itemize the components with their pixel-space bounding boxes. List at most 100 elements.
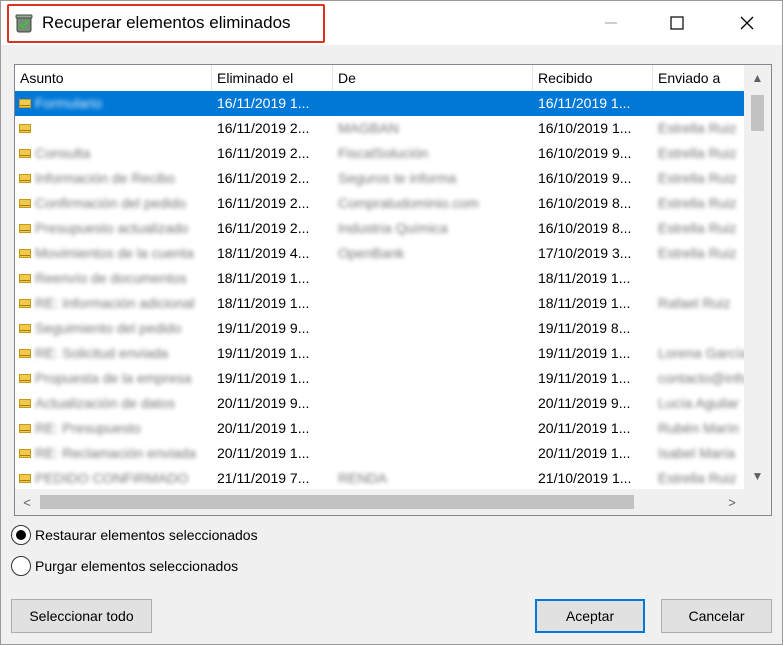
cell-eliminado: 16/11/2019 2...: [212, 116, 333, 141]
cell-text-enviado: Estrella Ruiz: [658, 245, 737, 261]
table-row[interactable]: Actualización de datos 20/11/2019 9... 20/…: [15, 391, 744, 416]
cell-text-asunto: Confirmación del pedido: [35, 195, 186, 211]
column-header-asunto[interactable]: Asunto: [15, 65, 212, 91]
purge-option[interactable]: Purgar elementos seleccionados: [11, 556, 238, 576]
table-row[interactable]: Presupuesto actualizado 16/11/2019 2... In…: [15, 216, 744, 241]
table-row[interactable]: Formulario 16/11/2019 1... 16/11/2019 1...: [15, 91, 744, 116]
envelope-icon: [19, 224, 31, 233]
scroll-up-icon[interactable]: ▲: [744, 65, 771, 91]
envelope-icon: [19, 274, 31, 283]
maximize-button[interactable]: [654, 1, 700, 45]
cell-recibido: 19/11/2019 1...: [533, 341, 653, 366]
cell-text-eliminado: 20/11/2019 1...: [217, 420, 310, 436]
table-row[interactable]: RE: Solicitud enviada 19/11/2019 1... 19/1…: [15, 341, 744, 366]
table-row[interactable]: Propuesta de la empresa 19/11/2019 1... 19…: [15, 366, 744, 391]
deleted-items-list[interactable]: Asunto Eliminado el De Recibido Enviado …: [14, 64, 772, 516]
title-bar[interactable]: Recuperar elementos eliminados: [1, 1, 782, 45]
minimize-button[interactable]: [588, 1, 634, 45]
cell-eliminado: 16/11/2019 2...: [212, 191, 333, 216]
cell-recibido: 16/10/2019 9...: [533, 141, 653, 166]
cell-text-recibido: 19/11/2019 1...: [538, 345, 631, 361]
scroll-left-icon[interactable]: <: [15, 489, 39, 515]
cell-enviado: Estrella Ruiz: [653, 466, 744, 491]
scroll-down-icon[interactable]: ▼: [744, 463, 771, 489]
cell-text-recibido: 18/11/2019 1...: [538, 270, 631, 286]
cell-enviado: Rafael Ruiz: [653, 291, 744, 316]
cell-text-enviado: Estrella Ruiz: [658, 195, 737, 211]
envelope-icon: [19, 324, 31, 333]
cell-text-asunto: RE: Solicitud enviada: [35, 345, 169, 361]
cell-text-eliminado: 16/11/2019 2...: [217, 170, 310, 186]
table-row[interactable]: Confirmación del pedido 16/11/2019 2... Co…: [15, 191, 744, 216]
envelope-icon: [19, 374, 31, 383]
cell-asunto: Movimientos de la cuenta: [15, 241, 212, 266]
cell-text-enviado: Rubén Marín: [658, 420, 739, 436]
vertical-scrollbar[interactable]: ▲ ▼: [744, 65, 771, 489]
cell-de: [333, 316, 533, 341]
table-row[interactable]: Información de Recibo 16/11/2019 2... Segu…: [15, 166, 744, 191]
close-button[interactable]: [724, 1, 770, 45]
table-row[interactable]: RE: Presupuesto 20/11/2019 1... 20/11/2019…: [15, 416, 744, 441]
cell-de: [333, 391, 533, 416]
column-header-recibido[interactable]: Recibido: [533, 65, 653, 91]
cell-enviado: Isabel María: [653, 441, 744, 466]
cell-eliminado: 16/11/2019 2...: [212, 166, 333, 191]
table-row[interactable]: Seguimiento del pedido 19/11/2019 9... 19/…: [15, 316, 744, 341]
table-row[interactable]: PEDIDO CONFIRMADO 21/11/2019 7... RENDA 21/…: [15, 466, 744, 491]
column-header-eliminado[interactable]: Eliminado el: [212, 65, 333, 91]
cell-enviado: Rubén Marín: [653, 416, 744, 441]
cell-enviado: Estrella Ruiz: [653, 166, 744, 191]
envelope-icon: [19, 249, 31, 258]
select-all-button[interactable]: Seleccionar todo: [11, 599, 152, 633]
cell-recibido: 21/10/2019 1...: [533, 466, 653, 491]
vertical-scroll-thumb[interactable]: [751, 95, 764, 131]
cell-enviado: Estrella Ruiz: [653, 241, 744, 266]
purge-radio[interactable]: [11, 556, 31, 576]
cell-de: [333, 366, 533, 391]
table-row[interactable]: Reenvío de documentos 18/11/2019 1... 18/1…: [15, 266, 744, 291]
cell-text-enviado: Estrella Ruiz: [658, 120, 737, 136]
cell-text-recibido: 20/11/2019 1...: [538, 445, 631, 461]
envelope-icon: [19, 424, 31, 433]
accept-button[interactable]: Aceptar: [535, 599, 645, 633]
list-rows: Formulario 16/11/2019 1... 16/11/2019 1...…: [15, 91, 744, 491]
cell-text-eliminado: 18/11/2019 1...: [217, 295, 310, 311]
horizontal-scrollbar[interactable]: < >: [15, 489, 744, 515]
table-row[interactable]: RE: Información adicional 18/11/2019 1...…: [15, 291, 744, 316]
table-row[interactable]: RE: Reclamación enviada 20/11/2019 1... 20…: [15, 441, 744, 466]
cell-de: [333, 341, 533, 366]
envelope-icon: [19, 99, 31, 108]
maximize-icon: [670, 16, 684, 30]
cell-text-recibido: 20/11/2019 9...: [538, 395, 631, 411]
cell-eliminado: 16/11/2019 2...: [212, 216, 333, 241]
restore-radio[interactable]: [11, 525, 31, 545]
horizontal-scroll-thumb[interactable]: [40, 495, 634, 509]
cell-eliminado: 20/11/2019 9...: [212, 391, 333, 416]
purge-label[interactable]: Purgar elementos seleccionados: [35, 558, 238, 574]
cell-recibido: 18/11/2019 1...: [533, 291, 653, 316]
cell-de: Compratudominio.com: [333, 191, 533, 216]
cell-recibido: 20/11/2019 9...: [533, 391, 653, 416]
cancel-button[interactable]: Cancelar: [661, 599, 772, 633]
cell-de: [333, 416, 533, 441]
restore-option[interactable]: Restaurar elementos seleccionados: [11, 525, 258, 545]
cell-eliminado: 18/11/2019 1...: [212, 266, 333, 291]
cell-enviado: Estrella Ruiz: [653, 116, 744, 141]
cell-recibido: 18/11/2019 1...: [533, 266, 653, 291]
restore-label[interactable]: Restaurar elementos seleccionados: [35, 527, 258, 543]
cell-asunto: Presupuesto actualizado: [15, 216, 212, 241]
radio-selected-dot: [16, 530, 26, 540]
scroll-right-icon[interactable]: >: [720, 489, 744, 515]
cell-asunto: RE: Reclamación enviada: [15, 441, 212, 466]
table-row[interactable]: 16/11/2019 2... MAGBAN 16/10/2019 1... Estr…: [15, 116, 744, 141]
column-header-enviado[interactable]: Enviado a: [653, 65, 744, 91]
cell-asunto: RE: Presupuesto: [15, 416, 212, 441]
recover-deleted-items-dialog: Recuperar elementos eliminados Asunto El…: [0, 0, 783, 645]
cell-text-asunto: RE: Reclamación enviada: [35, 445, 197, 461]
cell-text-recibido: 19/11/2019 1...: [538, 370, 631, 386]
cell-de: [333, 266, 533, 291]
column-header-de[interactable]: De: [333, 65, 533, 91]
cell-text-recibido: 18/11/2019 1...: [538, 295, 631, 311]
table-row[interactable]: Consulta 16/11/2019 2... FiscalSolución 16/…: [15, 141, 744, 166]
table-row[interactable]: Movimientos de la cuenta 18/11/2019 4... O…: [15, 241, 744, 266]
